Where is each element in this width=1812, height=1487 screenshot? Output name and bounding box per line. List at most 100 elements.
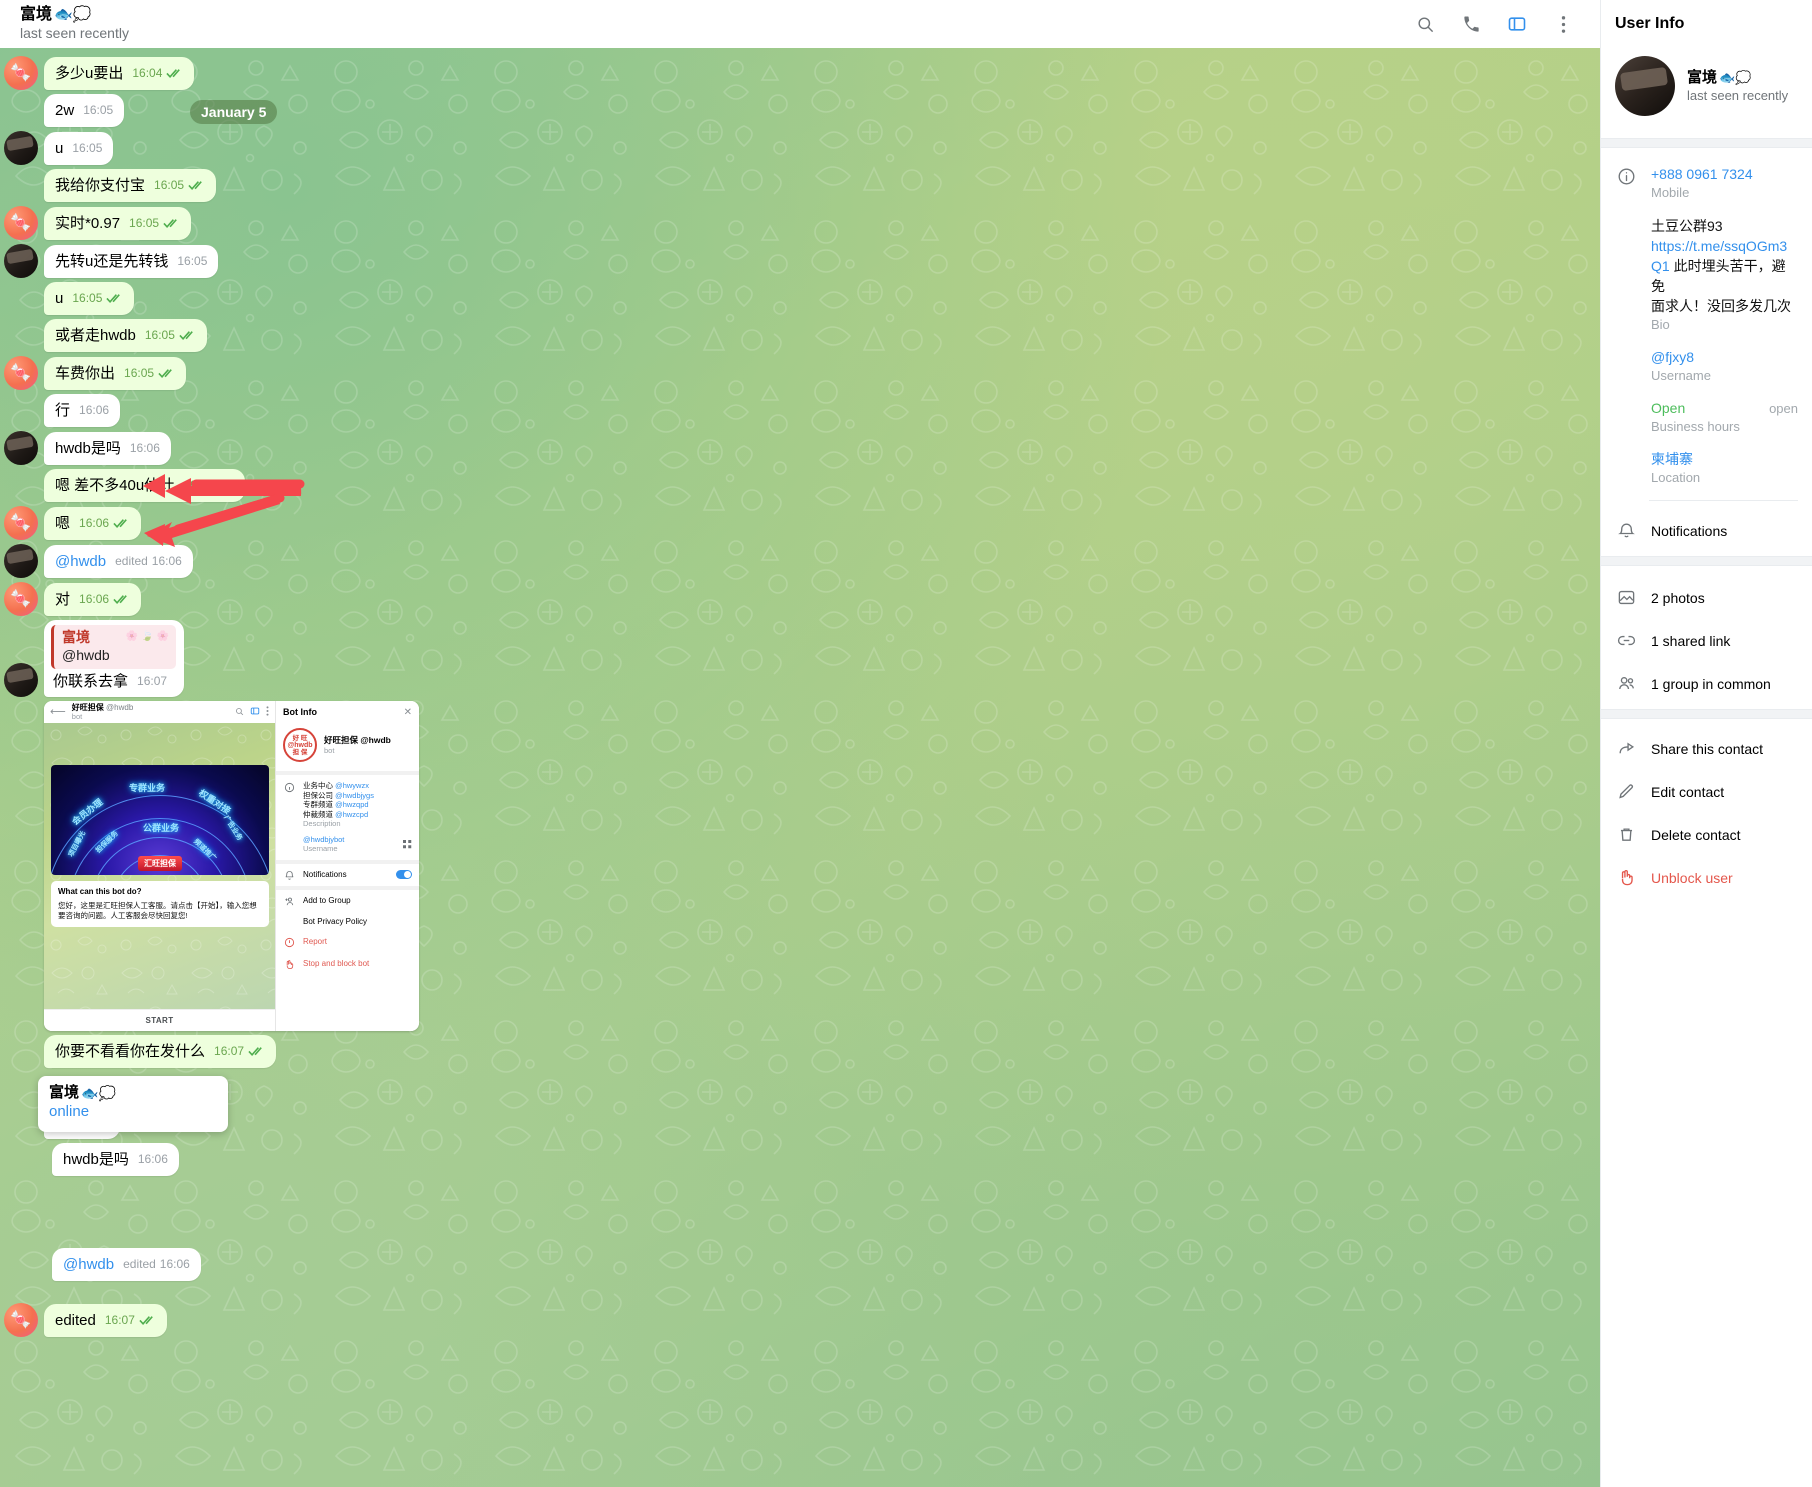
message-bubble[interactable]: hwdb是吗 16:06 — [44, 432, 171, 465]
message-bubble[interactable]: 多少u要出 16:04 — [44, 57, 195, 90]
sidebar-business-hours-item[interactable]: Open open Business hours — [1601, 394, 1812, 445]
message-text: u — [55, 290, 64, 307]
read-ticks-icon — [248, 1045, 265, 1057]
embedded-bot-username[interactable]: @hwdbjybot — [303, 835, 374, 845]
message-bubble[interactable]: 嗯 16:06 — [44, 507, 142, 540]
mention-link[interactable]: @hwdb — [55, 552, 106, 572]
message-meta: 16:05 — [72, 138, 102, 159]
sidebar-username-value[interactable]: @fjxy8 — [1651, 348, 1798, 367]
sidebar-mobile-item[interactable]: +888 0961 7324 Mobile — [1601, 160, 1812, 211]
message-row: 🍬 对 16:06 — [0, 582, 1600, 616]
avatar[interactable] — [4, 431, 38, 465]
message-bubble[interactable]: 行 16:06 — [44, 394, 121, 427]
message-text: 嗯 — [55, 515, 71, 532]
search-icon[interactable] — [235, 703, 244, 721]
message-bubble[interactable]: 或者走hwdb 16:05 — [44, 319, 207, 352]
sidebar-notifications-item[interactable]: Notifications — [1601, 509, 1812, 552]
embedded-notifications-row[interactable]: Notifications — [276, 864, 419, 886]
message-bubble[interactable]: 先转u还是先转钱 16:05 — [44, 245, 219, 278]
sidebar-location-value[interactable]: 柬埔寨 — [1651, 450, 1798, 469]
message-bubble-with-quote[interactable]: 富境 @hwdb 你联系去拿 16:07 — [44, 620, 184, 697]
screenshot-attachment[interactable]: ⟵ 好旺担保 @hwdb bot 会员办理 专群业务 权重对接 公群业务 广告业… — [44, 701, 419, 1031]
back-arrow-icon[interactable]: ⟵ — [50, 706, 66, 718]
read-ticks-icon — [113, 517, 130, 529]
sidebar-mobile-value[interactable]: +888 0961 7324 — [1651, 165, 1798, 184]
embedded-add-to-group-row[interactable]: Add to Group — [276, 890, 419, 912]
message-text: 你要不看看你在发什么 — [55, 1043, 206, 1060]
embedded-stop-block-row[interactable]: Stop and block bot — [276, 953, 419, 975]
avatar[interactable]: 🍬 — [4, 206, 38, 240]
sidebar-profile-text: 富境 🐟💭 last seen recently — [1687, 68, 1788, 104]
edit-contact-button[interactable]: Edit contact — [1601, 770, 1812, 813]
phone-icon[interactable] — [1458, 11, 1484, 37]
sidebar-business-hours-body: Open open Business hours — [1651, 399, 1798, 435]
avatar[interactable] — [4, 244, 38, 278]
bot-avatar-logo[interactable]: 好 旺 @hwdb 担 保 — [283, 728, 317, 762]
more-vert-icon[interactable] — [1550, 11, 1576, 37]
message-bubble[interactable]: @hwdb edited 16:06 — [44, 545, 193, 578]
description-label: Description — [303, 819, 341, 828]
message-bubble[interactable]: 你要不看看你在发什么 16:07 — [44, 1035, 277, 1068]
sidebar-bio-item[interactable]: 土豆公群93 https://t.me/ssqOGm3 Q1 此时埋头苦干，避免… — [1601, 211, 1812, 343]
message-bubble[interactable]: u 16:05 — [44, 282, 135, 315]
sidebar-toggle-icon[interactable] — [250, 703, 260, 721]
message-text: 多少u要出 — [55, 65, 124, 82]
avatar[interactable] — [4, 663, 38, 697]
avatar[interactable]: 🍬 — [4, 506, 38, 540]
message-bubble[interactable]: hwdb是吗 16:06 — [52, 1143, 179, 1176]
bio-hashtag-link[interactable]: Q1 — [1651, 258, 1670, 274]
sidebar-links-item[interactable]: 1 shared link — [1601, 619, 1812, 662]
reply-quote[interactable]: 富境 @hwdb — [51, 625, 176, 669]
message-bubble[interactable]: @hwdb edited 16:06 — [52, 1248, 201, 1281]
sidebar-groups-item[interactable]: 1 group in common — [1601, 662, 1812, 705]
avatar[interactable] — [4, 544, 38, 578]
more-vert-icon[interactable] — [266, 703, 269, 721]
message-bubble[interactable]: 车费你出 16:05 — [44, 357, 187, 390]
notifications-toggle[interactable] — [396, 870, 412, 879]
sidebar-photos-item[interactable]: 2 photos — [1601, 576, 1812, 619]
qr-code-icon[interactable] — [403, 836, 412, 854]
desc-handle[interactable]: @hwywzx — [335, 781, 369, 790]
desc-handle[interactable]: @hwdbjygs — [335, 791, 374, 800]
embedded-privacy-policy-row[interactable]: Bot Privacy Policy — [276, 912, 419, 931]
sidebar-username-item[interactable]: @fjxy8 Username — [1601, 343, 1812, 394]
block-hand-icon — [283, 958, 295, 970]
message-bubble[interactable]: 我给你支付宝 16:05 — [44, 169, 217, 202]
close-icon[interactable]: ✕ — [404, 707, 412, 718]
info-icon — [283, 781, 295, 854]
avatar[interactable]: 🍬 — [4, 582, 38, 616]
search-icon[interactable] — [1412, 11, 1438, 37]
message-bubble[interactable]: 嗯 差不多40u估计 16:06 — [44, 469, 246, 502]
chat-title-text: 富境 — [20, 6, 53, 23]
message-row: 🍬 车费你出 16:05 — [0, 356, 1600, 390]
avatar[interactable]: 🍬 — [4, 1303, 38, 1337]
chat-message-area[interactable]: January 5 🍬 多少u要出 16:04 2w 16:05 u 16:05… — [0, 48, 1600, 1487]
sidebar-location-item[interactable]: 柬埔寨 Location — [1601, 445, 1812, 496]
share-icon — [1615, 739, 1637, 758]
bot-promo-image[interactable]: 会员办理 专群业务 权重对接 公群业务 广告业务 项目曝光 担保服务 频道推广 … — [51, 765, 269, 875]
desc-handle[interactable]: @hwzcpd — [335, 810, 368, 819]
mention-link[interactable]: @hwdb — [63, 1255, 114, 1275]
sidebar-toggle-icon[interactable] — [1504, 11, 1530, 37]
chat-header-titles[interactable]: 富境 🐟💭 last seen recently — [18, 6, 1412, 42]
avatar[interactable]: 🍬 — [4, 56, 38, 90]
avatar[interactable] — [4, 131, 38, 165]
bio-link[interactable]: https://t.me/ssqOGm3 — [1651, 238, 1787, 254]
avatar[interactable]: 🍬 — [4, 356, 38, 390]
desc-line: 仲裁频道 @hwzcpd — [303, 810, 374, 820]
message-bubble[interactable]: 对 16:06 — [44, 583, 142, 616]
embedded-report-row[interactable]: Report — [276, 931, 419, 953]
share-contact-button[interactable]: Share this contact — [1601, 727, 1812, 770]
message-bubble[interactable]: 2w 16:05 — [44, 94, 125, 127]
bot-logo-line: 担 保 — [292, 748, 308, 756]
start-button[interactable]: START — [44, 1009, 275, 1031]
message-bubble[interactable]: 实时*0.97 16:05 — [44, 207, 192, 240]
message-bubble[interactable]: edited 16:07 — [44, 1304, 167, 1337]
read-ticks-icon — [106, 292, 123, 304]
message-bubble[interactable]: u 16:05 — [44, 132, 114, 165]
desc-handle[interactable]: @hwzqpd — [335, 800, 368, 809]
avatar[interactable] — [1615, 56, 1675, 116]
edit-icon — [1615, 782, 1637, 801]
delete-contact-button[interactable]: Delete contact — [1601, 813, 1812, 856]
unblock-user-button[interactable]: Unblock user — [1601, 856, 1812, 899]
